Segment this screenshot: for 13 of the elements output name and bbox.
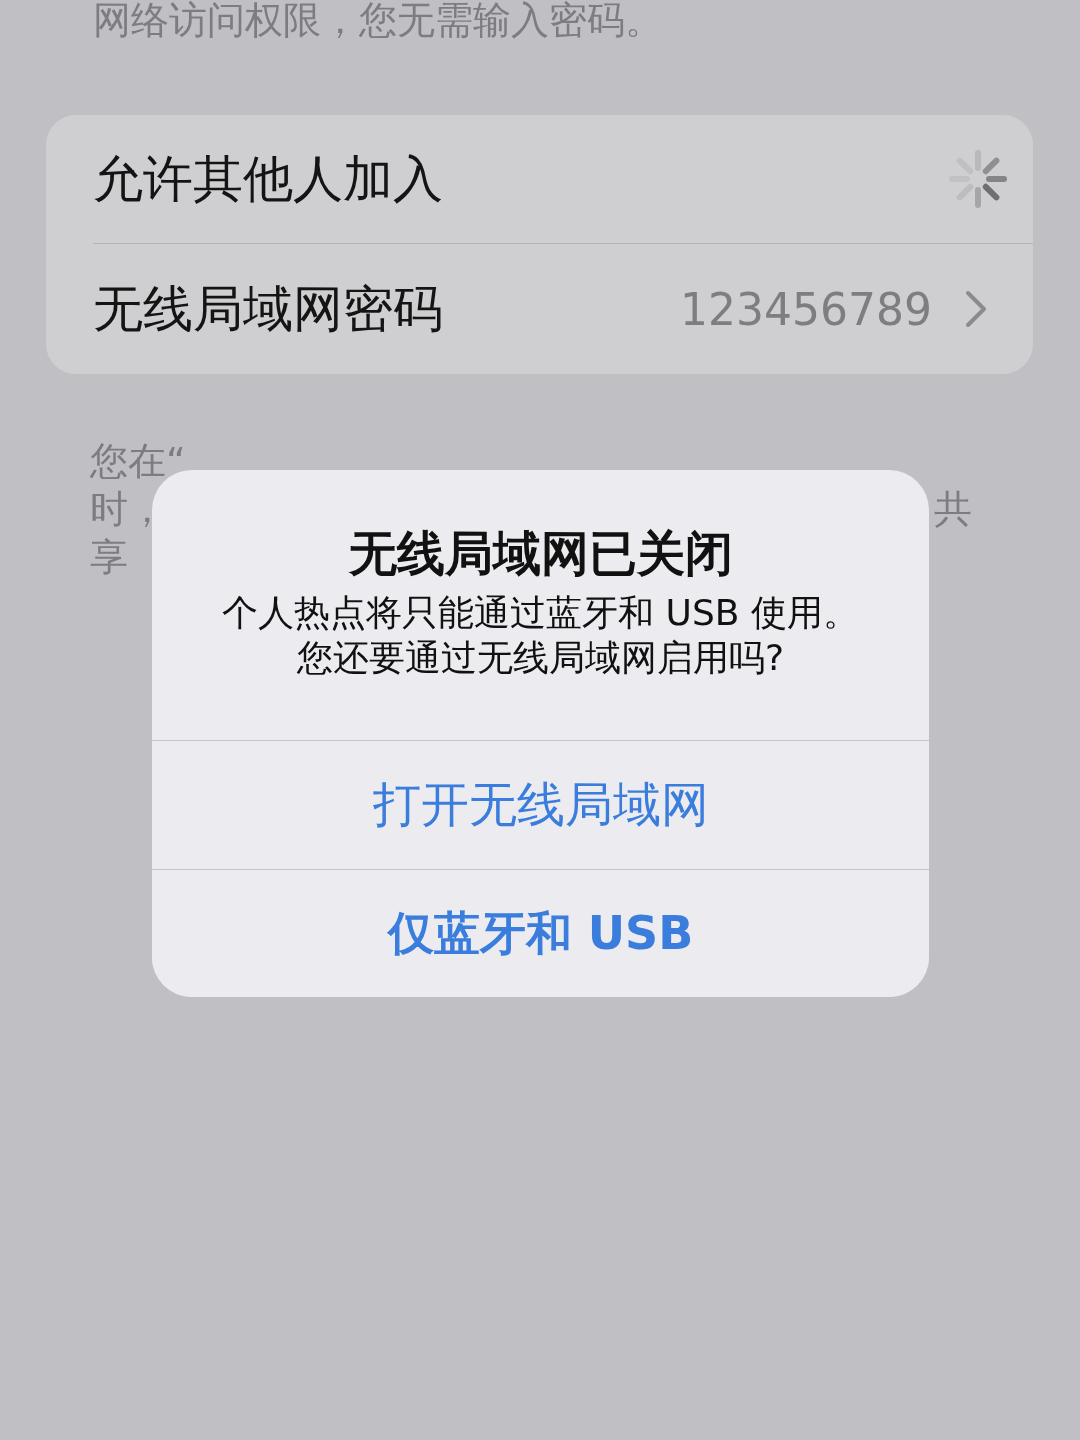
footnote-text: 您在“ [90,438,186,485]
setting-label: 无线局域网密码 [93,278,444,340]
footnote-text: 享 [90,534,128,581]
alert-message: 个人热点将只能通过蓝牙和 USB 使用。 您还要通过无线局域网启用吗? [221,591,860,680]
alert-title: 无线局域网已关闭 [347,524,734,582]
alert-button[interactable]: 仅蓝牙和 USB [152,869,929,997]
footnote-text: 共 [934,486,972,533]
hotspot-description: 网络访问权限，您无需输入密码。 [92,0,664,40]
footnote-text: 时， [90,486,166,533]
loading-spinner-icon [949,150,1007,208]
password-value: 123456789 [680,283,932,335]
chevron-icon[interactable] [965,290,987,328]
setting-label: 允许其他人加入 [93,148,444,210]
